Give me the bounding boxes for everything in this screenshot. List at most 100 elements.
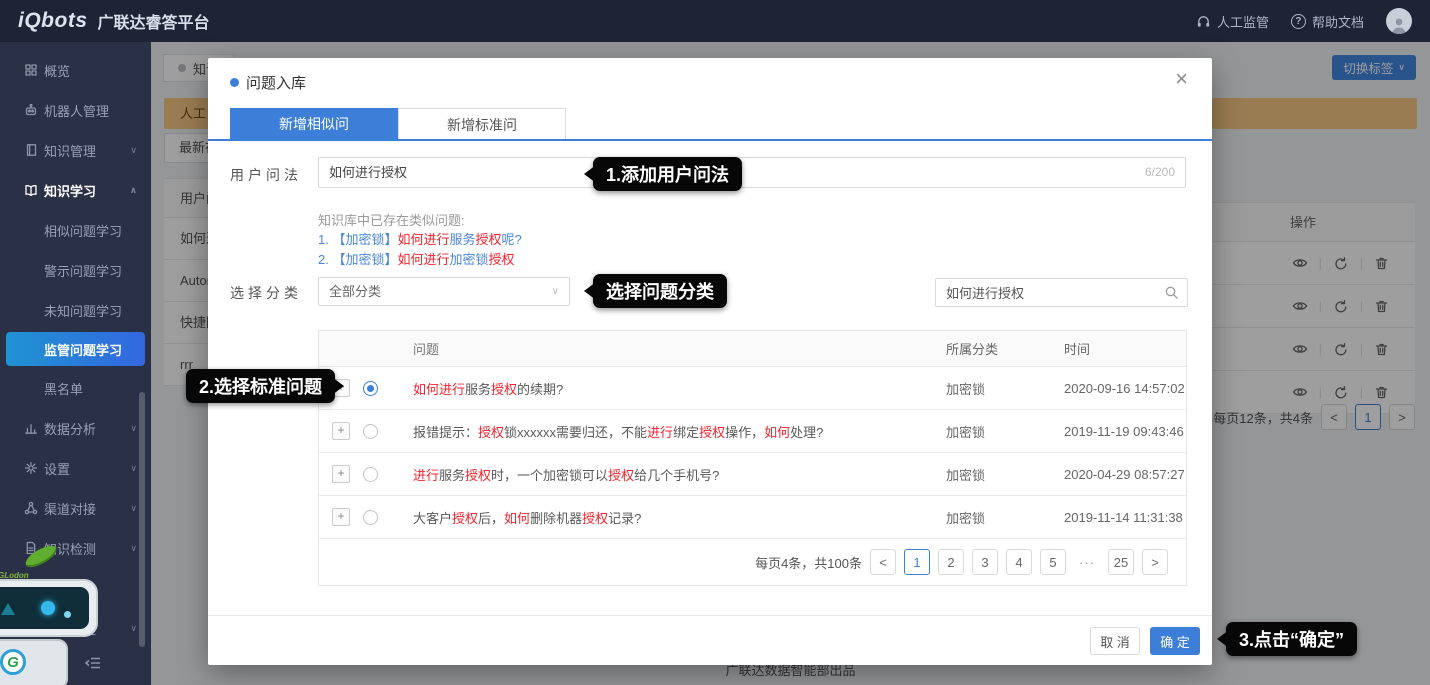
category-cell: 加密锁	[916, 379, 1034, 398]
sidebar: 概览机器人管理知识管理∨知识学习∧相似问题学习警示问题学习未知问题学习监管问题学…	[0, 42, 151, 685]
radio-cell	[363, 510, 397, 525]
radio-button[interactable]	[363, 510, 378, 525]
gear-icon	[24, 461, 38, 475]
person-icon	[1390, 16, 1408, 34]
table-row: +报错提示：授权锁xxxxxx需要归还，不能进行绑定授权操作，如何处理?加密锁2…	[319, 410, 1186, 453]
text-segment: 加密锁	[450, 252, 489, 267]
annotation-step4: 3.点击“确定”	[1208, 622, 1357, 656]
tab-underline	[208, 139, 1212, 141]
question-cell: 如何进行服务授权的续期?	[397, 379, 916, 398]
modal-tabs: 新增相似问新增标准问	[230, 108, 566, 141]
chevron-down-icon: ∨	[552, 278, 559, 305]
user-question-input[interactable]: 如何进行授权 6/200	[318, 157, 1186, 188]
annotation-text: 3.点击“确定”	[1226, 622, 1357, 656]
sidebar-item-settings[interactable]: 设置 ∨	[0, 448, 151, 488]
sidebar-item-data-analysis[interactable]: 数据分析 ∨	[0, 408, 151, 448]
chart-icon	[24, 421, 38, 435]
robot-icon	[24, 103, 38, 117]
ellipsis: ···	[1074, 549, 1100, 575]
sidebar-item-label: 数据分析	[44, 419, 96, 438]
user-question-value: 如何进行授权	[329, 165, 407, 180]
book-icon	[24, 143, 38, 157]
sidebar-item-robot-mgmt[interactable]: 机器人管理	[0, 90, 151, 130]
text-segment: 记录?	[608, 511, 641, 526]
sidebar-item-overview[interactable]: 概览	[0, 50, 151, 90]
expand-button[interactable]: +	[332, 422, 350, 440]
help-docs-link[interactable]: ? 帮助文档	[1291, 12, 1364, 31]
similar-question-link[interactable]: 1. 【加密锁】如何进行服务授权呢?	[318, 230, 522, 250]
modal-search-input[interactable]: 如何进行授权	[935, 278, 1188, 307]
text-segment: 授权	[478, 425, 504, 440]
user-avatar[interactable]	[1386, 8, 1412, 34]
tab-add-standard[interactable]: 新增标准问	[398, 108, 566, 141]
text-segment: 绑定	[673, 425, 699, 440]
text-segment: 报错提示：	[413, 425, 478, 440]
sidebar-item-channel[interactable]: 渠道对接∨	[0, 488, 151, 528]
modal-title: 问题入库	[246, 72, 306, 93]
expand-button[interactable]: +	[332, 465, 350, 483]
expand-button[interactable]: +	[332, 508, 350, 526]
page-button[interactable]: 2	[938, 549, 964, 575]
page-button[interactable]: 25	[1108, 549, 1134, 575]
chevron-down-icon: ∨	[130, 423, 137, 434]
radio-button[interactable]	[363, 424, 378, 439]
page-button[interactable]: 5	[1040, 549, 1066, 575]
sidebar-item-label: 机器人管理	[44, 101, 109, 120]
header-actions: 人工监管 ? 帮助文档	[1196, 8, 1412, 34]
annotation-text: 2.选择标准问题	[186, 369, 335, 403]
question-entry-modal: 问题入库 × 新增相似问新增标准问 用户问法 如何进行授权 6/200 知识库中…	[208, 58, 1212, 665]
sidebar-item-label: 知识学习	[44, 181, 96, 200]
time-cell: 2020-04-29 08:57:27	[1034, 467, 1186, 482]
close-icon[interactable]: ×	[1175, 66, 1188, 92]
confirm-button[interactable]: 确 定	[1150, 627, 1200, 655]
text-segment: 如何进行	[397, 232, 449, 247]
cancel-button[interactable]: 取 消	[1090, 627, 1140, 655]
pagination-info: 每页4条，共100条	[755, 553, 862, 572]
page-button[interactable]: 3	[972, 549, 998, 575]
similar-question-link[interactable]: 2. 【加密锁】如何进行加密锁授权	[318, 250, 522, 270]
sidebar-item-similar-question[interactable]: 相似问题学习	[0, 210, 151, 250]
text-segment: 2.	[318, 252, 332, 267]
question-icon: ?	[1291, 14, 1306, 29]
sidebar-item-blacklist[interactable]: 黑名单	[0, 368, 151, 408]
next-page-button[interactable]: >	[1142, 549, 1168, 575]
page: iQbots 广联达睿答平台 人工监管 ? 帮助文档 概览机器人管理知识管理∨知…	[0, 0, 1430, 685]
sidebar-item-unknown-question[interactable]: 未知问题学习	[0, 290, 151, 330]
annotation-text: 选择问题分类	[593, 274, 727, 308]
tab-add-similar[interactable]: 新增相似问	[230, 108, 398, 141]
sidebar-scrollbar[interactable]	[139, 392, 145, 647]
chevron-down-icon: ∨	[130, 463, 137, 474]
radio-cell	[363, 381, 397, 396]
manual-supervision-link[interactable]: 人工监管	[1196, 12, 1269, 31]
page-button[interactable]: 1	[904, 549, 930, 575]
question-cell: 报错提示：授权锁xxxxxx需要归还，不能进行绑定授权操作，如何处理?	[397, 422, 916, 441]
sidebar-item-knowledge-learning[interactable]: 知识学习∧	[0, 170, 151, 210]
text-segment: 给几个手机号?	[634, 468, 719, 483]
radio-button[interactable]	[363, 467, 378, 482]
sidebar-item-label: 概览	[44, 61, 70, 80]
text-segment: 授权	[582, 511, 608, 526]
table-header: 问题 所属分类 时间	[319, 331, 1186, 367]
text-segment: 操作，	[725, 425, 764, 440]
col-question: 问题	[397, 339, 916, 358]
sidebar-item-label: 设置	[44, 459, 70, 478]
radio-cell	[363, 424, 397, 439]
radio-button[interactable]	[363, 381, 378, 396]
col-category: 所属分类	[916, 339, 1034, 358]
prev-page-button[interactable]: <	[870, 549, 896, 575]
sidebar-item-warning-question[interactable]: 警示问题学习	[0, 250, 151, 290]
expand-cell: +	[319, 465, 363, 483]
headset-icon	[1196, 14, 1211, 29]
sidebar-item-knowledge-mgmt[interactable]: 知识管理∨	[0, 130, 151, 170]
question-cell: 进行服务授权时，一个加密锁可以授权给几个手机号?	[397, 465, 916, 484]
sidebar-item-label: 监管问题学习	[44, 340, 122, 359]
sidebar-item-supervised-question[interactable]: 监管问题学习	[6, 332, 145, 366]
manual-supervision-label: 人工监管	[1217, 12, 1269, 31]
sidebar-item-label: 渠道对接	[44, 499, 96, 518]
char-counter: 6/200	[1145, 158, 1175, 187]
app-title: 广联达睿答平台	[98, 9, 210, 33]
category-select[interactable]: 全部分类 ∨	[318, 277, 570, 306]
help-docs-label: 帮助文档	[1312, 12, 1364, 31]
text-segment: 授权	[489, 252, 515, 267]
page-button[interactable]: 4	[1006, 549, 1032, 575]
